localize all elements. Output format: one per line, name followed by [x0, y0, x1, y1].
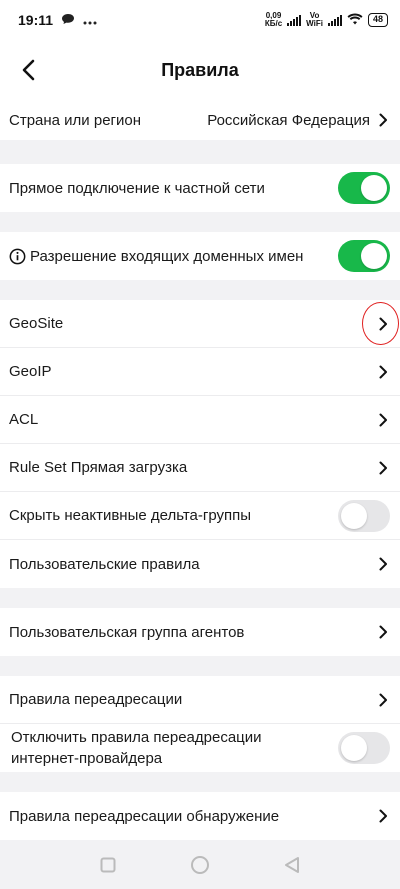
user-rules-label: Пользовательские правила [9, 555, 200, 573]
incoming-domains-label: Разрешение входящих доменных имен [30, 247, 304, 265]
status-right: 0,09 КБ/с Vo WiFi 48 [265, 12, 388, 28]
disable-isp-redirect-toggle[interactable] [338, 732, 390, 764]
chevron-right-icon [376, 317, 390, 331]
status-time: 19:11 [18, 12, 54, 28]
incoming-domains-row: Разрешение входящих доменных имен [0, 232, 400, 280]
hide-inactive-label: Скрыть неактивные дельта-группы [9, 507, 252, 524]
net-speed: 0,09 КБ/с [265, 12, 282, 28]
disable-isp-redirect-label: Отключить правила переадресации интернет… [11, 729, 262, 767]
chevron-right-icon [376, 557, 390, 571]
triangle-back-icon [285, 856, 299, 873]
app-header: Правила [0, 40, 400, 100]
redirect-group: Правила переадресации Отключить правила … [0, 676, 400, 772]
chevron-right-icon [376, 461, 390, 475]
agent-group-label: Пользовательская группа агентов [9, 623, 245, 641]
private-network-toggle[interactable] [338, 172, 390, 204]
acl-row[interactable]: ACL [0, 396, 400, 444]
wifi-icon [347, 13, 363, 27]
hide-inactive-row: Скрыть неактивные дельта-группы [0, 492, 400, 540]
chevron-right-icon [376, 365, 390, 379]
rules-group: GeoSite GeoIP ACL Rule Set Прямая загруз… [0, 300, 400, 588]
redirect-rules-row[interactable]: Правила переадресации [0, 676, 400, 724]
system-nav-bar [0, 840, 400, 889]
toggle-knob [361, 243, 387, 269]
agent-group-row[interactable]: Пользовательская группа агентов [0, 608, 400, 656]
toggle-knob [341, 735, 367, 761]
wifi-calling-label: WiFi [306, 19, 323, 28]
more-notifications-icon [83, 12, 97, 28]
toggle-knob [341, 502, 367, 529]
disable-isp-redirect-row: Отключить правила переадресации интернет… [0, 724, 400, 772]
geosite-row[interactable]: GeoSite [0, 300, 400, 348]
chevron-right-icon [376, 693, 390, 707]
hide-inactive-toggle[interactable] [338, 499, 390, 532]
home-button[interactable] [190, 855, 210, 875]
square-icon [100, 857, 116, 872]
acl-label: ACL [9, 411, 39, 428]
toggle-knob [361, 175, 387, 201]
incoming-domains-group: Разрешение входящих доменных имен [0, 232, 400, 280]
circle-icon [191, 855, 209, 874]
redirect-detect-row[interactable]: Правила переадресации обнаружение [0, 792, 400, 840]
chat-bubble-icon [61, 12, 75, 28]
recents-button[interactable] [98, 855, 118, 875]
private-network-label: Прямое подключение к частной сети [9, 179, 265, 197]
cell-signal-2-icon [327, 14, 342, 26]
country-label: Страна или регион [9, 111, 142, 129]
volte-wifi-label: Vo WiFi [306, 12, 323, 28]
net-speed-unit: КБ/с [264, 19, 283, 28]
user-rules-row[interactable]: Пользовательские правила [0, 540, 400, 588]
system-back-button[interactable] [282, 855, 302, 875]
geoip-row[interactable]: GeoIP [0, 348, 400, 396]
chevron-right-icon [376, 809, 390, 823]
status-left: 19:11 [18, 12, 97, 28]
rule-set-label: Rule Set Прямая загрузка [9, 459, 188, 476]
redirect-detect-group: Правила переадресации обнаружение [0, 792, 400, 840]
private-network-row: Прямое подключение к частной сети [0, 164, 400, 212]
rule-set-row[interactable]: Rule Set Прямая загрузка [0, 444, 400, 492]
chevron-right-icon [376, 113, 390, 127]
info-icon[interactable] [9, 248, 26, 265]
redirect-detect-label: Правила переадресации обнаружение [9, 807, 280, 825]
redirect-rules-label: Правила переадресации [9, 691, 183, 708]
country-row[interactable]: Страна или регион Российская Федерация [0, 100, 400, 140]
incoming-domains-toggle[interactable] [338, 240, 390, 272]
cell-signal-icon [287, 14, 302, 26]
private-network-group: Прямое подключение к частной сети [0, 164, 400, 212]
chevron-right-icon [376, 625, 390, 639]
page-title: Правила [161, 59, 239, 80]
back-button[interactable] [14, 56, 42, 84]
status-bar: 19:11 0,09 КБ/с Vo WiFi 48 [0, 0, 400, 40]
agent-group: Пользовательская группа агентов [0, 608, 400, 656]
geosite-label: GeoSite [9, 315, 64, 332]
chevron-right-icon [376, 413, 390, 427]
geoip-label: GeoIP [9, 363, 52, 380]
country-group: Страна или регион Российская Федерация [0, 100, 400, 140]
back-arrow-icon [22, 59, 35, 81]
country-value: Российская Федерация [207, 111, 370, 129]
battery-indicator: 48 [367, 13, 388, 27]
